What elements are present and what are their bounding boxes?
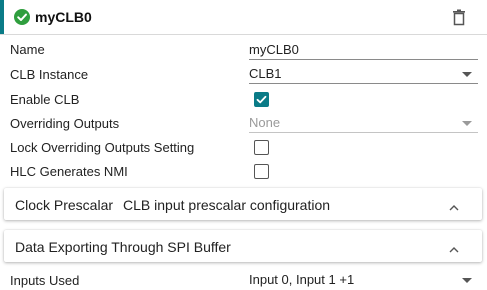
enable-clb-checkbox[interactable] (254, 92, 269, 107)
chevron-up-icon[interactable] (449, 241, 459, 253)
inputs-used-value: Input 0, Input 1 +1 (249, 272, 355, 287)
inputs-used-select[interactable]: Input 0, Input 1 +1 (249, 272, 478, 290)
hlc-nmi-checkbox[interactable] (254, 164, 269, 179)
clb-instance-value: CLB1 (249, 66, 282, 81)
clock-prescalar-section[interactable]: Clock Prescalar CLB input prescalar confi… (4, 188, 482, 220)
section-title-text: Data Exporting Through SPI Buffer (15, 239, 231, 255)
enable-clb-label: Enable CLB (10, 92, 80, 107)
name-value: myCLB0 (249, 42, 299, 57)
header-divider (0, 34, 487, 35)
overriding-outputs-select[interactable]: None (249, 115, 478, 133)
section-title: Clock Prescalar CLB input prescalar confi… (15, 197, 330, 213)
caret-down-icon (462, 72, 472, 77)
section-subtitle: CLB input prescalar configuration (123, 197, 331, 213)
name-field[interactable]: myCLB0 (249, 42, 478, 60)
overriding-outputs-label: Overriding Outputs (10, 116, 120, 131)
caret-down-icon (462, 121, 472, 126)
lock-overriding-checkbox[interactable] (254, 140, 269, 155)
data-exporting-section[interactable]: Data Exporting Through SPI Buffer (4, 230, 482, 262)
trash-icon[interactable] (452, 9, 466, 26)
lock-overriding-label: Lock Overriding Outputs Setting (10, 140, 195, 155)
name-label: Name (10, 42, 45, 57)
section-title: Data Exporting Through SPI Buffer (15, 239, 231, 255)
chevron-up-icon[interactable] (449, 199, 459, 211)
clb-instance-label: CLB Instance (10, 67, 89, 82)
module-title: myCLB0 (35, 9, 92, 25)
module-header: myCLB0 (0, 0, 487, 34)
caret-down-icon (462, 278, 472, 283)
inputs-used-label: Inputs Used (10, 273, 80, 288)
check-circle-icon (14, 9, 30, 25)
section-title-text: Clock Prescalar (15, 197, 114, 213)
hlc-nmi-label: HLC Generates NMI (10, 164, 128, 179)
clb-instance-select[interactable]: CLB1 (249, 66, 478, 84)
overriding-outputs-value: None (249, 115, 281, 130)
